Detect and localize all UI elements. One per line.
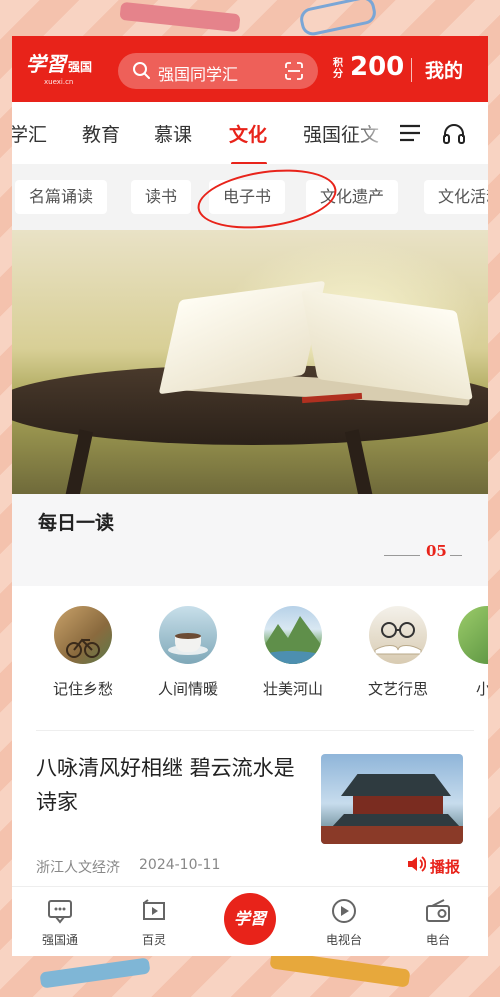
category-label: 文艺行思 bbox=[367, 680, 428, 698]
category-label: 人间情暖 bbox=[157, 680, 218, 698]
pavilion-base bbox=[321, 826, 463, 844]
scan-icon[interactable] bbox=[284, 62, 304, 84]
tab-fade-overlay bbox=[352, 102, 392, 164]
headphone-icon[interactable] bbox=[442, 122, 466, 148]
category-item[interactable]: 文艺行思 bbox=[353, 606, 443, 699]
page-line-left bbox=[384, 555, 420, 556]
logo-url-text: xuexi.cn bbox=[44, 78, 74, 86]
bottom-navigation: 强国通 百灵 学習 电视台 电台 bbox=[12, 886, 488, 956]
tab-mooc[interactable]: 慕课 bbox=[154, 120, 192, 147]
banner-table-leg bbox=[64, 429, 94, 494]
play-box-icon bbox=[109, 897, 199, 931]
tab-culture[interactable]: 文化 bbox=[229, 120, 267, 147]
mountain-river-image bbox=[264, 606, 322, 664]
nav-label: 强国通 bbox=[41, 933, 78, 947]
chip-recitation[interactable]: 名篇诵读 bbox=[15, 180, 108, 214]
header-divider bbox=[411, 58, 412, 82]
nav-qiangguotong[interactable]: 强国通 bbox=[15, 887, 105, 948]
pavilion-roof bbox=[341, 774, 451, 796]
daily-read-card[interactable]: 每日一读 05 bbox=[12, 494, 488, 586]
tab-xuehui[interactable]: 学汇 bbox=[12, 120, 47, 147]
article-source: 浙江人文经济 bbox=[36, 860, 120, 876]
page-indicator: 05 bbox=[426, 542, 447, 560]
article-thumbnail bbox=[321, 754, 463, 844]
nav-label: 电台 bbox=[425, 933, 450, 947]
bicycle-alley-image bbox=[54, 606, 112, 664]
search-icon bbox=[132, 61, 152, 85]
tv-play-icon bbox=[299, 897, 389, 931]
nav-bailing[interactable]: 百灵 bbox=[109, 887, 199, 948]
category-image bbox=[458, 606, 488, 664]
menu-icon[interactable] bbox=[399, 124, 421, 146]
radio-icon bbox=[393, 897, 483, 931]
category-label: 小 bbox=[476, 680, 488, 698]
logo-main-text: 学習 bbox=[26, 52, 66, 76]
chip-activities[interactable]: 文化活动 bbox=[424, 180, 488, 214]
page-line-right bbox=[450, 555, 462, 556]
article-title: 八咏清风好相继 碧云流水是诗家 bbox=[36, 756, 295, 814]
nav-label: 百灵 bbox=[141, 933, 166, 947]
phone-screen: 学習 强国 xuexi.cn 强国同学汇 积分 200 我的 学汇 教育 慕课 文… bbox=[12, 36, 488, 956]
category-item[interactable]: 小 bbox=[458, 606, 488, 699]
logo-side-text: 强国 bbox=[68, 60, 93, 74]
search-bar[interactable]: 强国同学汇 bbox=[118, 53, 318, 89]
nav-radio[interactable]: 电台 bbox=[393, 887, 483, 948]
tab-education[interactable]: 教育 bbox=[82, 120, 120, 147]
coffee-cup-image bbox=[159, 606, 217, 664]
category-item[interactable]: 壮美河山 bbox=[248, 606, 338, 699]
nav-label: 电视台 bbox=[325, 933, 362, 947]
center-logo-button[interactable]: 学習 bbox=[224, 893, 276, 945]
app-logo[interactable]: 学習 强国 xuexi.cn bbox=[26, 48, 93, 86]
daily-read-title: 每日一读 bbox=[38, 512, 115, 534]
article-date: 2024-10-11 bbox=[139, 857, 221, 873]
chip-reading[interactable]: 读书 bbox=[131, 180, 192, 214]
category-row: 记住乡愁 人间情暖 壮美河山 文艺行思 小 bbox=[12, 586, 488, 730]
article-card[interactable]: 八咏清风好相继 碧云流水是诗家 浙江人文经济 2024-10-11 播报 bbox=[12, 731, 488, 886]
category-label: 壮美河山 bbox=[262, 680, 323, 698]
mine-button[interactable]: 我的 bbox=[425, 56, 463, 83]
glasses-book-image bbox=[369, 606, 427, 664]
points-label: 积分 bbox=[333, 58, 343, 80]
speaker-icon[interactable] bbox=[406, 855, 427, 877]
top-bar: 学習 强国 xuexi.cn 强国同学汇 积分 200 我的 bbox=[12, 36, 488, 102]
broadcast-button[interactable]: 播报 bbox=[430, 856, 460, 877]
category-item[interactable]: 人间情暖 bbox=[143, 606, 233, 699]
search-placeholder: 强国同学汇 bbox=[158, 65, 239, 84]
category-label: 记住乡愁 bbox=[52, 680, 113, 698]
chat-icon bbox=[15, 897, 105, 931]
banner-image[interactable] bbox=[12, 230, 488, 494]
category-item[interactable]: 记住乡愁 bbox=[38, 606, 128, 699]
points-value[interactable]: 200 bbox=[350, 52, 404, 82]
nav-tv[interactable]: 电视台 bbox=[299, 887, 389, 948]
